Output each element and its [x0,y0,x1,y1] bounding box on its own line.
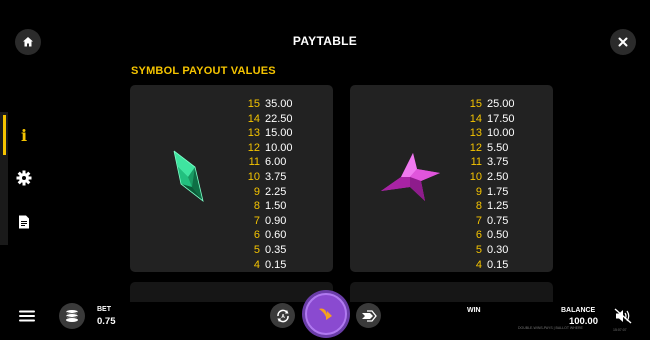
payout-row: 12 10.00 [247,141,293,154]
payout-row: 5 0.30 [475,243,509,256]
tab-rules[interactable] [14,212,34,232]
sidebar-active-indicator [3,115,6,155]
close-icon [618,37,628,47]
disclaimer-text: DOUBLE-WINS-PAYS | BALLOT WHERE [518,326,583,330]
payout-row: 9 2.25 [253,185,287,198]
payout-row: 11 3.75 [470,156,509,169]
autoplay-icon: A [276,309,289,322]
gear-icon [16,170,32,186]
payout-row: 10 3.75 [247,170,287,183]
payout-row: 12 5.50 [469,141,509,154]
payout-row: 9 1.75 [475,185,509,198]
turbo-icon [361,309,377,322]
symbol-panel-next [130,282,333,302]
payout-row: 13 15.00 [247,127,293,140]
payout-row: 14 17.50 [469,112,515,125]
payout-row: 11 6.00 [248,156,287,169]
section-title: SYMBOL PAYOUT VALUES [131,65,276,77]
svg-text:A: A [281,314,285,320]
payout-row: 6 0.60 [253,229,287,242]
payout-row: 15 35.00 [247,98,293,110]
autoplay-button[interactable]: A [270,303,295,328]
spin-arrow-icon [319,308,332,320]
payout-row: 5 0.35 [253,243,287,256]
payout-row: 7 0.75 [475,214,509,227]
bet-label: BET [97,306,111,313]
info-icon: i [20,125,28,145]
payout-table: 15 25.00 14 17.50 13 10.00 12 5.50 11 3.75 10… [460,97,515,272]
pink-star-icon [377,151,443,208]
payout-row: 8 1.50 [253,200,287,213]
chips-icon [65,310,79,322]
payout-row: 10 2.50 [469,170,509,183]
bet-value: 0.75 [97,316,116,327]
green-gem-icon [168,147,206,210]
payout-row: 4 0.15 [253,258,287,271]
payout-row: 14 22.50 [247,112,293,125]
payout-row: 4 0.15 [475,258,509,271]
spin-button-inner [305,293,347,335]
payout-table: 15 35.00 14 22.50 13 15.00 12 10.00 11 6.00 1… [238,97,293,272]
payout-row: 13 10.00 [469,127,515,140]
close-button[interactable] [610,29,636,55]
payout-row: 8 1.25 [475,200,509,213]
hamburger-icon [19,310,35,322]
sound-button[interactable] [614,308,632,329]
win-label: WIN [467,307,481,314]
clock-text: 15:07:07 [613,328,627,332]
payout-row: 7 0.90 [253,214,287,227]
balance-label: BALANCE [561,307,596,314]
spin-button[interactable] [302,290,350,338]
menu-button[interactable] [19,309,35,327]
symbol-panel: 15 25.00 14 17.50 13 10.00 12 5.50 11 3.75 10… [350,85,553,272]
tab-settings[interactable] [14,168,34,188]
payout-row: 15 25.00 [469,98,515,110]
tab-info[interactable]: i [14,125,34,145]
document-icon [19,215,29,229]
sound-muted-icon [614,308,632,324]
page-title: PAYTABLE [292,34,358,48]
symbol-panel-next [350,282,553,302]
turbo-button[interactable] [356,303,381,328]
bet-button[interactable] [59,303,85,329]
symbol-panel: 15 35.00 14 22.50 13 15.00 12 10.00 11 6.00 1… [130,85,333,272]
payout-row: 6 0.50 [475,229,509,242]
